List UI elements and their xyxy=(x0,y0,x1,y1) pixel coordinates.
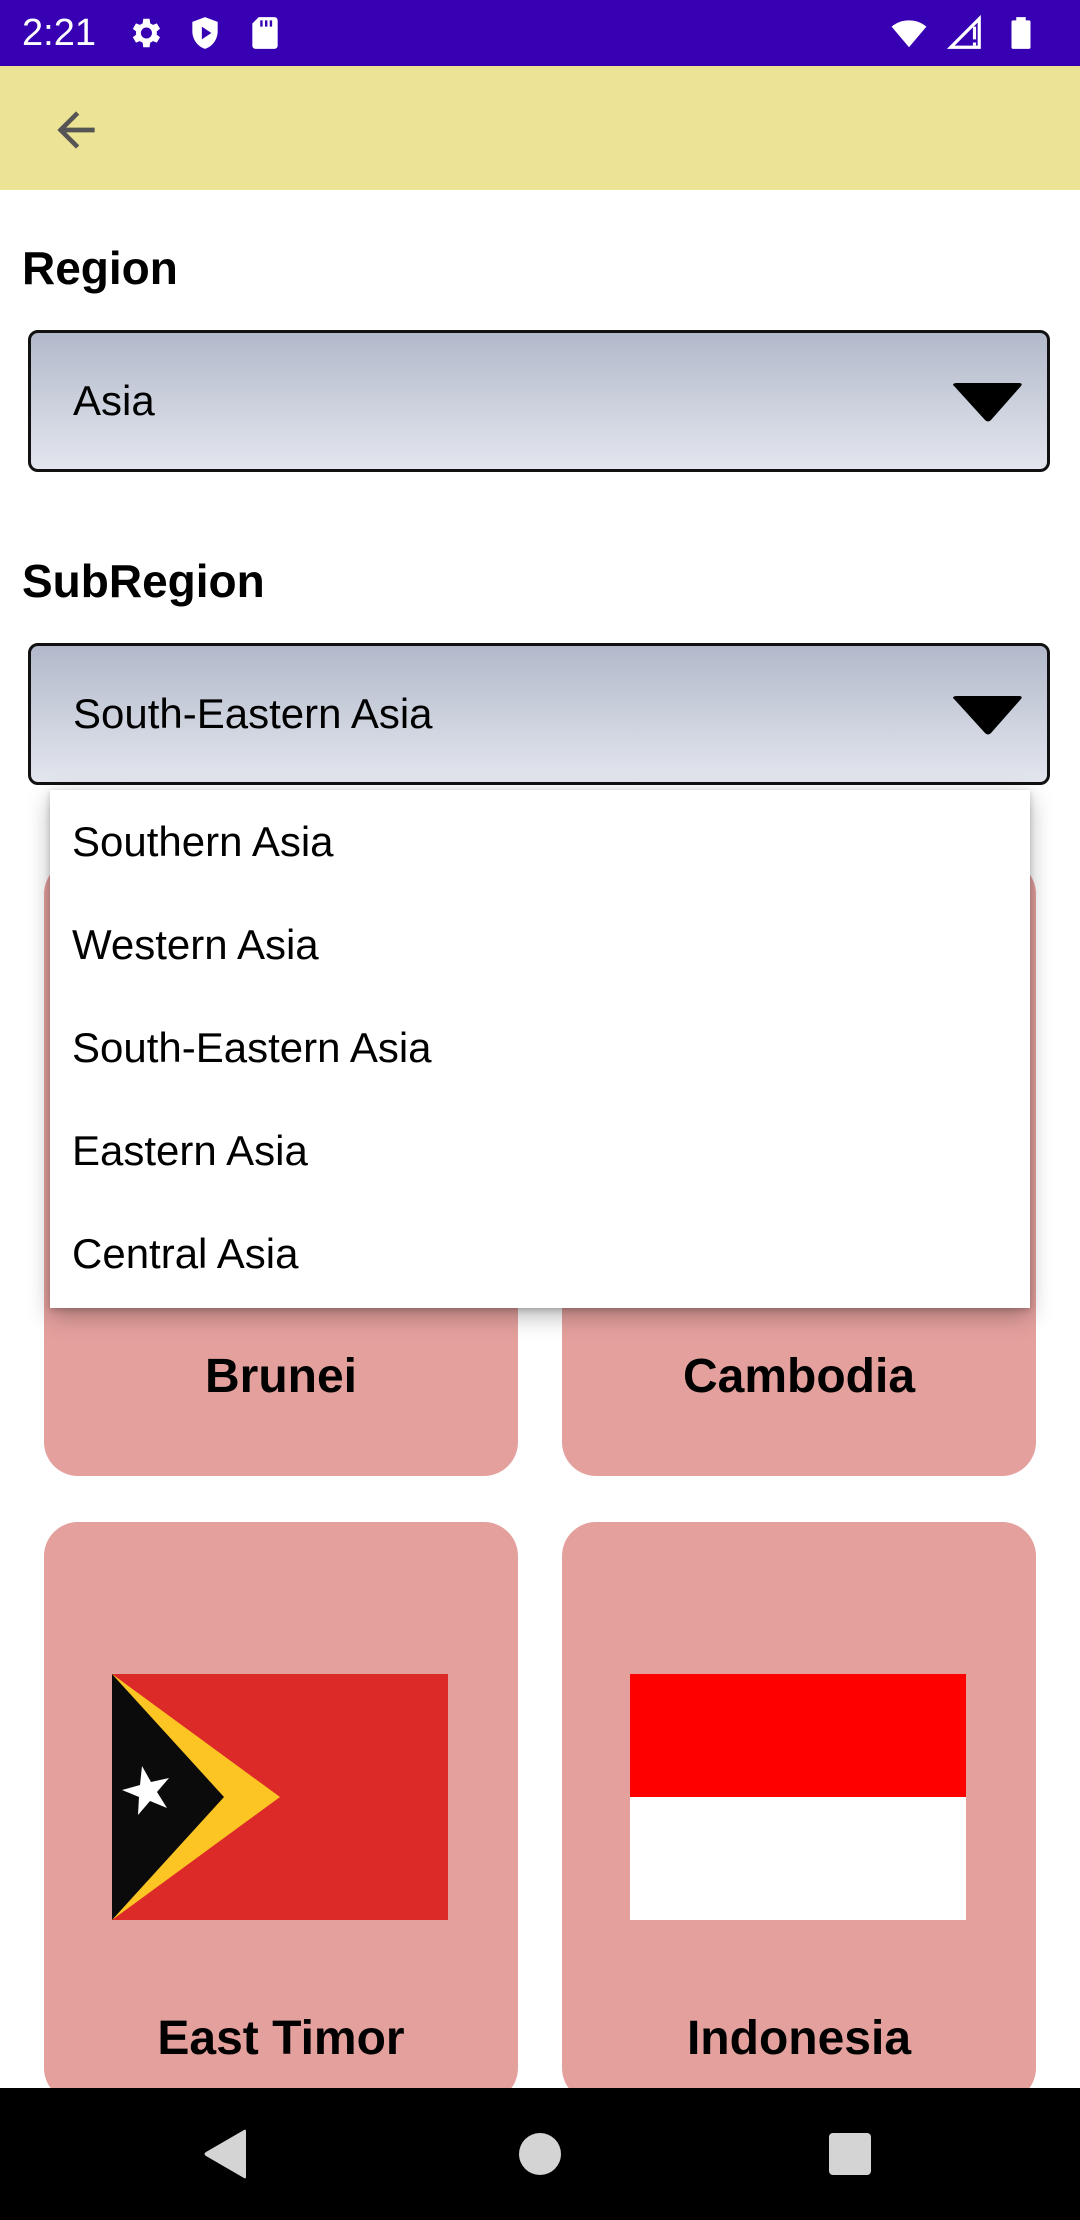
indonesia-flag xyxy=(630,1674,966,1920)
nav-recents-button[interactable] xyxy=(820,2124,880,2184)
sd-card-icon xyxy=(246,14,284,52)
signal-icon xyxy=(946,14,984,52)
region-selected-value: Asia xyxy=(73,377,155,424)
dropdown-option[interactable]: Central Asia xyxy=(50,1202,1030,1305)
status-bar: 2:21 xyxy=(0,0,1080,66)
country-card-indonesia[interactable]: Indonesia xyxy=(562,1522,1036,2102)
home-circle-icon xyxy=(519,2133,561,2175)
recents-square-icon xyxy=(829,2133,871,2175)
country-name: Brunei xyxy=(204,1350,357,1403)
dropdown-option[interactable]: Southern Asia xyxy=(50,790,1030,893)
app-bar xyxy=(0,66,1080,190)
status-time: 2:21 xyxy=(22,12,96,54)
subregion-spinner[interactable]: South-Eastern Asia xyxy=(28,643,1050,785)
battery-icon xyxy=(1002,14,1040,52)
back-button[interactable] xyxy=(40,94,112,166)
country-name: East Timor xyxy=(157,2012,405,2065)
region-spinner[interactable]: Asia xyxy=(28,330,1050,472)
dropdown-option[interactable]: Eastern Asia xyxy=(50,1099,1030,1202)
nav-home-button[interactable] xyxy=(510,2124,570,2184)
dropdown-arrow-icon xyxy=(953,696,1022,735)
gear-icon xyxy=(126,14,164,52)
timor-leste-flag xyxy=(112,1674,448,1920)
country-name: Indonesia xyxy=(686,2012,912,2065)
country-name: Cambodia xyxy=(682,1350,916,1403)
shield-icon xyxy=(186,14,224,52)
country-card-east-timor[interactable]: East Timor xyxy=(44,1522,518,2102)
region-label: Region xyxy=(22,242,178,294)
navigation-bar xyxy=(0,2088,1080,2220)
wifi-icon xyxy=(890,14,928,52)
nav-back-button[interactable] xyxy=(196,2124,256,2184)
arrow-left-icon xyxy=(57,111,95,149)
subregion-selected-value: South-Eastern Asia xyxy=(73,690,433,737)
back-triangle-icon xyxy=(204,2129,246,2179)
subregion-label: SubRegion xyxy=(22,555,265,607)
dropdown-option[interactable]: Western Asia xyxy=(50,893,1030,996)
subregion-dropdown-list: Southern Asia Western Asia South-Eastern… xyxy=(50,790,1030,1308)
dropdown-arrow-icon xyxy=(953,383,1022,422)
dropdown-option[interactable]: South-Eastern Asia xyxy=(50,996,1030,1099)
